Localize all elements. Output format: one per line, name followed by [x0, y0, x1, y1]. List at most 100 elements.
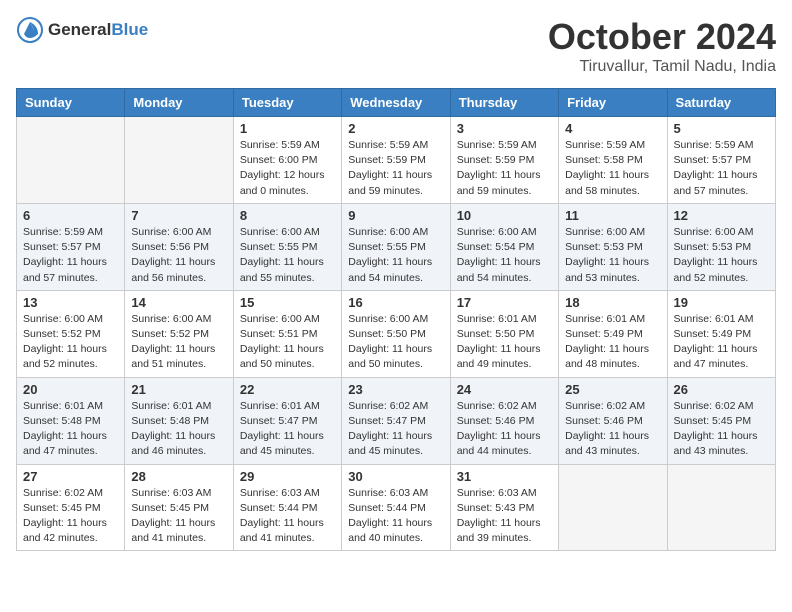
calendar-cell — [667, 464, 775, 551]
day-number: 25 — [565, 382, 660, 397]
day-number: 15 — [240, 295, 335, 310]
day-number: 13 — [23, 295, 118, 310]
logo-general: General — [48, 20, 111, 39]
day-number: 12 — [674, 208, 769, 223]
day-number: 17 — [457, 295, 552, 310]
calendar-cell: 19 Sunrise: 6:01 AM Sunset: 5:49 PM Dayli… — [667, 290, 775, 377]
weekday-header: Monday — [125, 89, 233, 117]
calendar-cell: 3 Sunrise: 5:59 AM Sunset: 5:59 PM Daylig… — [450, 117, 558, 204]
location-title: Tiruvallur, Tamil Nadu, India — [548, 58, 776, 76]
day-number: 18 — [565, 295, 660, 310]
cell-info: Sunrise: 5:59 AM Sunset: 5:58 PM Dayligh… — [565, 138, 660, 199]
day-number: 2 — [348, 121, 443, 136]
day-number: 30 — [348, 469, 443, 484]
calendar-cell: 16 Sunrise: 6:00 AM Sunset: 5:50 PM Dayli… — [342, 290, 450, 377]
cell-info: Sunrise: 6:02 AM Sunset: 5:45 PM Dayligh… — [23, 486, 118, 547]
calendar-week-row: 13 Sunrise: 6:00 AM Sunset: 5:52 PM Dayli… — [17, 290, 776, 377]
calendar-week-row: 27 Sunrise: 6:02 AM Sunset: 5:45 PM Dayli… — [17, 464, 776, 551]
weekday-header: Thursday — [450, 89, 558, 117]
day-number: 6 — [23, 208, 118, 223]
day-number: 29 — [240, 469, 335, 484]
cell-info: Sunrise: 6:00 AM Sunset: 5:55 PM Dayligh… — [240, 225, 335, 286]
cell-info: Sunrise: 6:01 AM Sunset: 5:49 PM Dayligh… — [674, 312, 769, 373]
calendar-cell: 4 Sunrise: 5:59 AM Sunset: 5:58 PM Daylig… — [559, 117, 667, 204]
logo: GeneralBlue — [16, 16, 148, 44]
calendar-cell: 2 Sunrise: 5:59 AM Sunset: 5:59 PM Daylig… — [342, 117, 450, 204]
day-number: 1 — [240, 121, 335, 136]
cell-info: Sunrise: 6:02 AM Sunset: 5:46 PM Dayligh… — [565, 399, 660, 460]
calendar-cell: 8 Sunrise: 6:00 AM Sunset: 5:55 PM Daylig… — [233, 203, 341, 290]
cell-info: Sunrise: 6:02 AM Sunset: 5:47 PM Dayligh… — [348, 399, 443, 460]
day-number: 14 — [131, 295, 226, 310]
calendar-cell: 25 Sunrise: 6:02 AM Sunset: 5:46 PM Dayli… — [559, 377, 667, 464]
day-number: 8 — [240, 208, 335, 223]
cell-info: Sunrise: 6:00 AM Sunset: 5:52 PM Dayligh… — [131, 312, 226, 373]
calendar-cell: 20 Sunrise: 6:01 AM Sunset: 5:48 PM Dayli… — [17, 377, 125, 464]
day-number: 10 — [457, 208, 552, 223]
cell-info: Sunrise: 5:59 AM Sunset: 6:00 PM Dayligh… — [240, 138, 335, 199]
cell-info: Sunrise: 6:00 AM Sunset: 5:52 PM Dayligh… — [23, 312, 118, 373]
cell-info: Sunrise: 6:02 AM Sunset: 5:46 PM Dayligh… — [457, 399, 552, 460]
calendar-cell: 27 Sunrise: 6:02 AM Sunset: 5:45 PM Dayli… — [17, 464, 125, 551]
calendar-cell: 24 Sunrise: 6:02 AM Sunset: 5:46 PM Dayli… — [450, 377, 558, 464]
title-block: October 2024 Tiruvallur, Tamil Nadu, Ind… — [548, 16, 776, 76]
weekday-header: Sunday — [17, 89, 125, 117]
day-number: 4 — [565, 121, 660, 136]
calendar-cell: 7Sunrise: 6:00 AM Sunset: 5:56 PM Daylig… — [125, 203, 233, 290]
day-number: 26 — [674, 382, 769, 397]
calendar-week-row: 6 Sunrise: 5:59 AM Sunset: 5:57 PM Daylig… — [17, 203, 776, 290]
calendar-cell: 31Sunrise: 6:03 AM Sunset: 5:43 PM Dayli… — [450, 464, 558, 551]
calendar-cell: 21 Sunrise: 6:01 AM Sunset: 5:48 PM Dayli… — [125, 377, 233, 464]
cell-info: Sunrise: 6:02 AM Sunset: 5:45 PM Dayligh… — [674, 399, 769, 460]
day-number: 27 — [23, 469, 118, 484]
logo-text: GeneralBlue — [48, 21, 148, 40]
day-number: 20 — [23, 382, 118, 397]
cell-info: Sunrise: 6:03 AM Sunset: 5:44 PM Dayligh… — [240, 486, 335, 547]
weekday-header: Saturday — [667, 89, 775, 117]
cell-info: Sunrise: 6:00 AM Sunset: 5:50 PM Dayligh… — [348, 312, 443, 373]
cell-info: Sunrise: 6:00 AM Sunset: 5:51 PM Dayligh… — [240, 312, 335, 373]
day-number: 19 — [674, 295, 769, 310]
day-number: 21 — [131, 382, 226, 397]
logo-icon — [16, 16, 44, 44]
day-number: 31 — [457, 469, 552, 484]
calendar-cell: 6 Sunrise: 5:59 AM Sunset: 5:57 PM Daylig… — [17, 203, 125, 290]
cell-info: Sunrise: 6:00 AM Sunset: 5:53 PM Dayligh… — [565, 225, 660, 286]
weekday-header: Wednesday — [342, 89, 450, 117]
logo-blue: Blue — [111, 20, 148, 39]
day-number: 11 — [565, 208, 660, 223]
cell-info: Sunrise: 6:00 AM Sunset: 5:54 PM Dayligh… — [457, 225, 552, 286]
calendar-week-row: 20 Sunrise: 6:01 AM Sunset: 5:48 PM Dayli… — [17, 377, 776, 464]
calendar-cell: 9Sunrise: 6:00 AM Sunset: 5:55 PM Daylig… — [342, 203, 450, 290]
calendar-table: SundayMondayTuesdayWednesdayThursdayFrid… — [16, 88, 776, 551]
calendar-header-row: SundayMondayTuesdayWednesdayThursdayFrid… — [17, 89, 776, 117]
cell-info: Sunrise: 6:01 AM Sunset: 5:48 PM Dayligh… — [23, 399, 118, 460]
calendar-cell: 23 Sunrise: 6:02 AM Sunset: 5:47 PM Dayli… — [342, 377, 450, 464]
calendar-cell: 11 Sunrise: 6:00 AM Sunset: 5:53 PM Dayli… — [559, 203, 667, 290]
day-number: 9 — [348, 208, 443, 223]
calendar-cell — [17, 117, 125, 204]
day-number: 23 — [348, 382, 443, 397]
page-header: GeneralBlue October 2024 Tiruvallur, Tam… — [16, 16, 776, 76]
cell-info: Sunrise: 5:59 AM Sunset: 5:59 PM Dayligh… — [348, 138, 443, 199]
day-number: 16 — [348, 295, 443, 310]
weekday-header: Tuesday — [233, 89, 341, 117]
day-number: 7 — [131, 208, 226, 223]
cell-info: Sunrise: 6:01 AM Sunset: 5:48 PM Dayligh… — [131, 399, 226, 460]
day-number: 3 — [457, 121, 552, 136]
calendar-cell: 14 Sunrise: 6:00 AM Sunset: 5:52 PM Dayli… — [125, 290, 233, 377]
day-number: 24 — [457, 382, 552, 397]
cell-info: Sunrise: 6:03 AM Sunset: 5:44 PM Dayligh… — [348, 486, 443, 547]
cell-info: Sunrise: 5:59 AM Sunset: 5:57 PM Dayligh… — [23, 225, 118, 286]
calendar-cell — [559, 464, 667, 551]
calendar-cell: 5Sunrise: 5:59 AM Sunset: 5:57 PM Daylig… — [667, 117, 775, 204]
calendar-cell: 30 Sunrise: 6:03 AM Sunset: 5:44 PM Dayli… — [342, 464, 450, 551]
cell-info: Sunrise: 5:59 AM Sunset: 5:59 PM Dayligh… — [457, 138, 552, 199]
calendar-cell: 10 Sunrise: 6:00 AM Sunset: 5:54 PM Dayli… — [450, 203, 558, 290]
calendar-cell: 18 Sunrise: 6:01 AM Sunset: 5:49 PM Dayli… — [559, 290, 667, 377]
calendar-cell — [125, 117, 233, 204]
month-title: October 2024 — [548, 16, 776, 58]
cell-info: Sunrise: 6:01 AM Sunset: 5:49 PM Dayligh… — [565, 312, 660, 373]
cell-info: Sunrise: 6:00 AM Sunset: 5:53 PM Dayligh… — [674, 225, 769, 286]
weekday-header: Friday — [559, 89, 667, 117]
